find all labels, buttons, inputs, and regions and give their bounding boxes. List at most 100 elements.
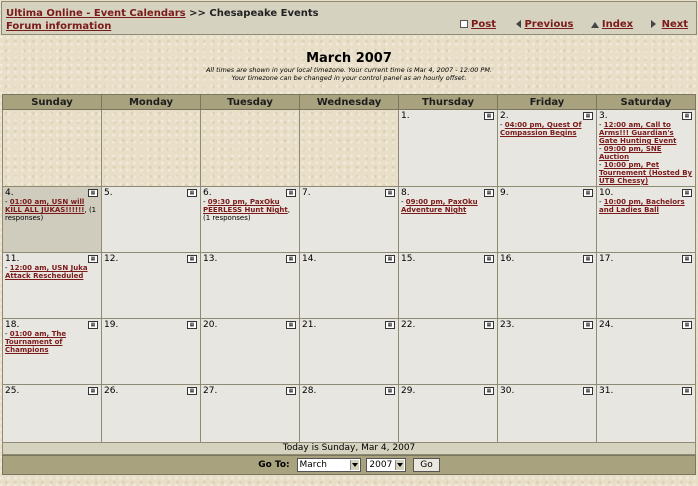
month-select[interactable]: March: [296, 457, 361, 472]
event-link[interactable]: 10:00 pm, Bachelors and Ladies Ball: [599, 198, 685, 214]
calendar-day-cell: 5. ▦: [101, 186, 201, 253]
add-event-icon[interactable]: ▦: [385, 189, 395, 197]
calendar-day-cell: 13. ▦: [200, 252, 300, 319]
add-event-icon[interactable]: ▦: [88, 189, 98, 197]
add-event-icon[interactable]: ▦: [187, 189, 197, 197]
calendar-event: - 12:00 am, Call to Arms!!! Guardian's G…: [599, 121, 677, 145]
add-event-icon[interactable]: ▦: [484, 112, 494, 120]
day-number: 1.: [401, 111, 410, 121]
calendar-day-cell: 12. ▦: [101, 252, 201, 319]
event-link[interactable]: 09:00 pm, PaxOku Adventure Night: [401, 198, 478, 214]
day-number: 11.: [5, 254, 20, 264]
weekday-header: Tuesday: [200, 94, 300, 110]
day-number: 13.: [203, 254, 218, 264]
calendar-day-cell: 30. ▦: [497, 384, 597, 451]
calendar-event: - 10:00 pm, Pet Tournement (Hosted By UT…: [599, 161, 693, 185]
calendar-day-cell: 4. ▦ - 01:00 am, USN will KILL ALL JUKAS!!…: [2, 186, 102, 253]
add-event-icon[interactable]: ▦: [583, 255, 593, 263]
weekday-header: Sunday: [2, 94, 102, 110]
calendar-week-row: 25. ▦ 26. ▦ 27. ▦ 28. ▦ 29. ▦ 30. ▦ 31. ▦: [2, 384, 696, 451]
event-link[interactable]: 04:00 pm, Quest Of Compassion Begins: [500, 121, 582, 137]
year-select-value: 2007: [369, 459, 393, 470]
calendar-day-cell: 17. ▦: [596, 252, 696, 319]
event-link[interactable]: 09:30 pm, PaxOku PEERLESS Hunt Night: [203, 198, 288, 214]
timezone-line-1: All times are shown in your local timezo…: [205, 66, 493, 74]
event-link[interactable]: 01:00 am, USN will KILL ALL JUKAS!!!!!!: [5, 198, 85, 214]
add-event-icon[interactable]: ▦: [583, 189, 593, 197]
calendar-day-cell: 1. ▦: [398, 109, 498, 187]
calendar-day-cell: 7. ▦: [299, 186, 399, 253]
event-link[interactable]: 10:00 pm, Pet Tournement (Hosted By UTB …: [599, 161, 692, 185]
add-event-icon[interactable]: ▦: [187, 255, 197, 263]
calendar-day-cell: 10. ▦ - 10:00 pm, Bachelors and Ladies Bal…: [596, 186, 696, 253]
calendar-day-cell: 20. ▦: [200, 318, 300, 385]
chevron-down-icon: [349, 459, 359, 470]
calendar-day-cell: 29. ▦: [398, 384, 498, 451]
day-number: 24.: [599, 320, 614, 330]
calendar-empty-cell: [2, 109, 102, 187]
breadcrumb-link-event-calendars[interactable]: Ultima Online - Event Calendars: [6, 8, 186, 19]
calendar-week-row: 4. ▦ - 01:00 am, USN will KILL ALL JUKAS!!…: [2, 186, 696, 253]
event-link[interactable]: 09:00 pm, SNE Auction: [599, 145, 662, 161]
day-number: 25.: [5, 386, 20, 396]
forum-information-link[interactable]: Forum information: [6, 21, 111, 32]
calendar-day-cell: 15. ▦: [398, 252, 498, 319]
today-bar: Today is Sunday, Mar 4, 2007: [2, 442, 696, 455]
add-event-icon[interactable]: ▦: [187, 321, 197, 329]
add-event-icon[interactable]: ▦: [682, 189, 692, 197]
add-event-icon[interactable]: ▦: [682, 321, 692, 329]
add-event-icon[interactable]: ▦: [484, 189, 494, 197]
previous-link[interactable]: Previous: [524, 19, 573, 30]
calendar-empty-cell: [200, 109, 300, 187]
add-event-icon[interactable]: ▦: [88, 255, 98, 263]
calendar-day-cell: 9. ▦: [497, 186, 597, 253]
day-number: 26.: [104, 386, 119, 396]
event-link[interactable]: 12:00 am, USN Juka Attack Rescheduled: [5, 264, 88, 280]
add-event-icon[interactable]: ▦: [682, 255, 692, 263]
calendar-day-cell: 25. ▦: [2, 384, 102, 451]
add-event-icon[interactable]: ▦: [484, 321, 494, 329]
calendar-nav: Post Previous Index Next: [446, 19, 688, 30]
breadcrumb-separator: >>: [189, 8, 206, 19]
year-select[interactable]: 2007: [366, 457, 407, 472]
add-event-icon[interactable]: ▦: [385, 255, 395, 263]
add-event-icon[interactable]: ▦: [583, 387, 593, 395]
day-number: 28.: [302, 386, 317, 396]
add-event-icon[interactable]: ▦: [88, 321, 98, 329]
index-link[interactable]: Index: [602, 19, 633, 30]
add-event-icon[interactable]: ▦: [187, 387, 197, 395]
add-event-icon[interactable]: ▦: [583, 321, 593, 329]
calendar-day-cell: 11. ▦ - 12:00 am, USN Juka Attack Reschedu…: [2, 252, 102, 319]
calendar-day-cell: 19. ▦: [101, 318, 201, 385]
day-number: 15.: [401, 254, 416, 264]
day-number: 9.: [500, 188, 509, 198]
today-text: Today is Sunday, Mar 4, 2007: [282, 443, 416, 453]
add-event-icon[interactable]: ▦: [385, 387, 395, 395]
breadcrumb: Ultima Online - Event Calendars >> Chesa…: [6, 8, 319, 19]
calendar-day-cell: 28. ▦: [299, 384, 399, 451]
add-event-icon[interactable]: ▦: [385, 321, 395, 329]
add-event-icon[interactable]: ▦: [286, 189, 296, 197]
calendar-day-cell: 24. ▦: [596, 318, 696, 385]
go-button[interactable]: Go: [413, 457, 440, 472]
add-event-icon[interactable]: ▦: [484, 387, 494, 395]
add-event-icon[interactable]: ▦: [682, 112, 692, 120]
add-event-icon[interactable]: ▦: [484, 255, 494, 263]
day-number: 14.: [302, 254, 317, 264]
add-event-icon[interactable]: ▦: [286, 255, 296, 263]
event-link[interactable]: 01:00 am, The Tournament of Champions: [5, 330, 66, 354]
calendar-day-cell: 8. ▦ - 09:00 pm, PaxOku Adventure Night: [398, 186, 498, 253]
event-link[interactable]: 12:00 am, Call to Arms!!! Guardian's Gat…: [599, 121, 676, 145]
weekday-header: Monday: [101, 94, 201, 110]
day-number: 19.: [104, 320, 119, 330]
day-number: 7.: [302, 188, 311, 198]
add-event-icon[interactable]: ▦: [583, 112, 593, 120]
add-event-icon[interactable]: ▦: [88, 387, 98, 395]
post-link[interactable]: Post: [471, 19, 496, 30]
calendar-day-cell: 2. ▦ - 04:00 pm, Quest Of Compassion Begin…: [497, 109, 597, 187]
day-number: 6.: [203, 188, 212, 198]
add-event-icon[interactable]: ▦: [286, 387, 296, 395]
next-link[interactable]: Next: [662, 19, 688, 30]
add-event-icon[interactable]: ▦: [286, 321, 296, 329]
add-event-icon[interactable]: ▦: [682, 387, 692, 395]
